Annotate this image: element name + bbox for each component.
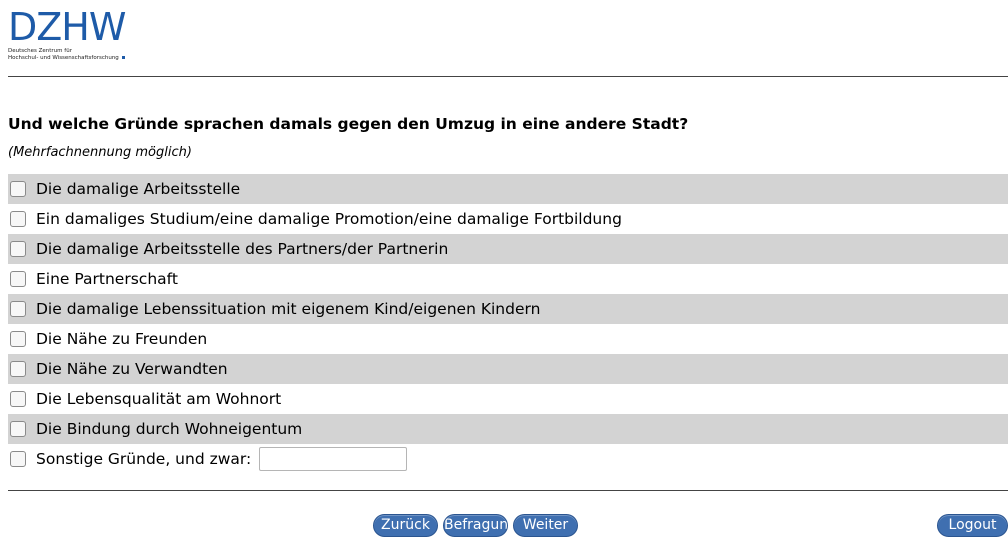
option-row-partnerschaft[interactable]: Eine Partnerschaft [8, 264, 1008, 294]
header-divider [8, 76, 1008, 77]
option-row-sonstige[interactable]: Sonstige Gründe, und zwar: [8, 444, 1008, 474]
answer-options: Die damalige Arbeitsstelle Ein damaliges… [8, 174, 1008, 474]
dzhw-logo: DZHW Deutsches Zentrum für Hochschul- un… [8, 8, 148, 68]
option-label: Die Bindung durch Wohneigentum [36, 420, 303, 438]
option-row-studium[interactable]: Ein damaliges Studium/eine damalige Prom… [8, 204, 1008, 234]
option-label: Die Nähe zu Verwandten [36, 360, 228, 378]
option-row-kinder[interactable]: Die damalige Lebenssituation mit eigenem… [8, 294, 1008, 324]
option-label: Die Nähe zu Freunden [36, 330, 208, 348]
option-row-freunde[interactable]: Die Nähe zu Freunden [8, 324, 1008, 354]
option-label: Die damalige Lebenssituation mit eigenem… [36, 300, 541, 318]
back-button[interactable]: Zurück [373, 514, 438, 537]
survey-button[interactable]: Befragung [443, 514, 508, 537]
option-checkbox[interactable] [10, 391, 26, 407]
logo-subtitle-line1: Deutsches Zentrum für [8, 48, 72, 54]
option-row-lebensqualitaet[interactable]: Die Lebensqualität am Wohnort [8, 384, 1008, 414]
option-checkbox[interactable] [10, 211, 26, 227]
option-row-arbeitsstelle[interactable]: Die damalige Arbeitsstelle [8, 174, 1008, 204]
option-checkbox[interactable] [10, 331, 26, 347]
logo-subtitle: Deutsches Zentrum für Hochschul- und Wis… [8, 48, 148, 62]
question-title: Und welche Gründe sprachen damals gegen … [8, 115, 689, 133]
option-checkbox[interactable] [10, 421, 26, 437]
option-checkbox[interactable] [10, 301, 26, 317]
option-label: Eine Partnerschaft [36, 270, 178, 288]
option-checkbox[interactable] [10, 451, 26, 467]
logo-subtitle-line2: Hochschul- und Wissenschaftsforschung [8, 55, 119, 61]
option-checkbox[interactable] [10, 181, 26, 197]
logo-mark: DZHW [8, 5, 126, 49]
option-checkbox[interactable] [10, 271, 26, 287]
next-button[interactable]: Weiter [513, 514, 578, 537]
logout-button[interactable]: Logout [937, 514, 1008, 537]
option-label: Die damalige Arbeitsstelle [36, 180, 241, 198]
other-reasons-input[interactable] [259, 447, 408, 471]
footer-divider [8, 490, 1008, 491]
option-label: Die damalige Arbeitsstelle des Partners/… [36, 240, 449, 258]
option-checkbox[interactable] [10, 241, 26, 257]
survey-page: DZHW Deutsches Zentrum für Hochschul- un… [0, 0, 1008, 554]
option-row-verwandte[interactable]: Die Nähe zu Verwandten [8, 354, 1008, 384]
logo-square-icon [121, 56, 125, 59]
option-label: Sonstige Gründe, und zwar: [36, 450, 252, 468]
option-label: Ein damaliges Studium/eine damalige Prom… [36, 210, 622, 228]
option-checkbox[interactable] [10, 361, 26, 377]
option-row-wohneigentum[interactable]: Die Bindung durch Wohneigentum [8, 414, 1008, 444]
option-row-arbeitsstelle-partner[interactable]: Die damalige Arbeitsstelle des Partners/… [8, 234, 1008, 264]
option-label: Die Lebensqualität am Wohnort [36, 390, 282, 408]
question-hint: (Mehrfachnennung möglich) [8, 145, 192, 160]
